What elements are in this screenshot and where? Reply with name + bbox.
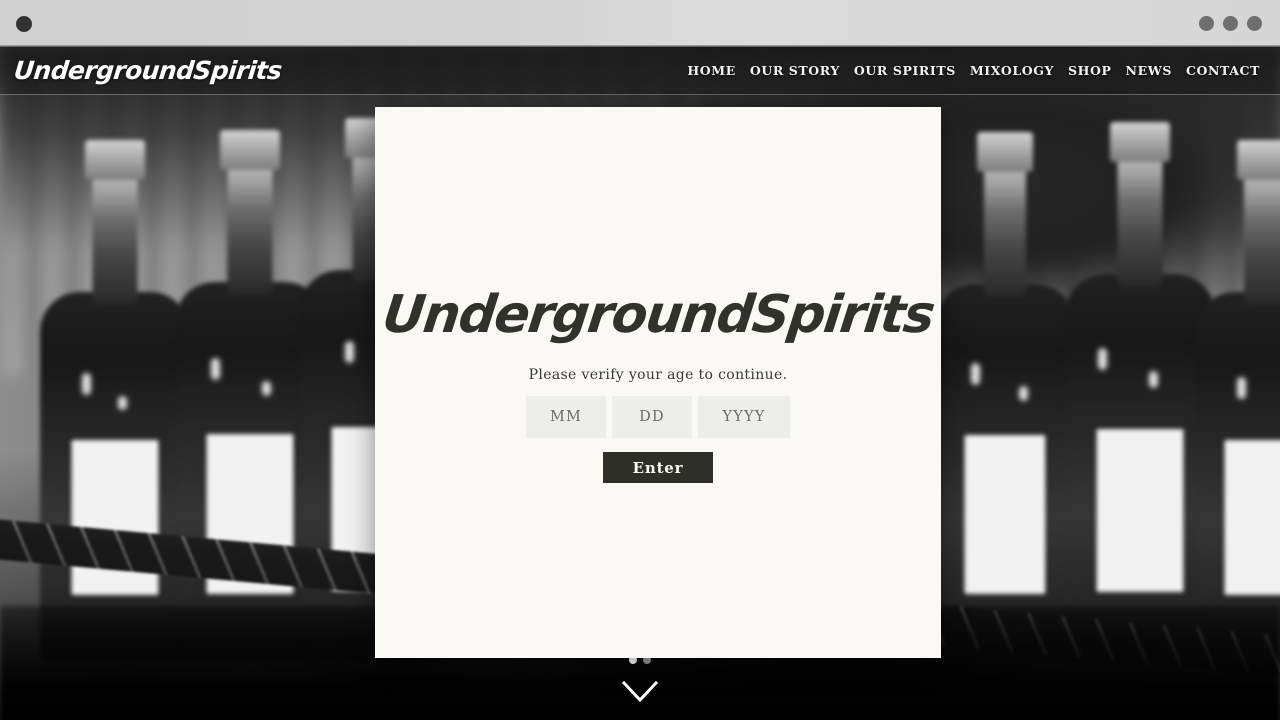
scroll-down-button[interactable]: [0, 680, 1280, 704]
bottle-label: [1096, 429, 1184, 593]
browser-menu-dot[interactable]: [16, 16, 32, 32]
age-gate-prompt: Please verify your age to continue.: [528, 367, 788, 383]
window-close-dot[interactable]: [1247, 16, 1262, 31]
day-input[interactable]: [612, 396, 692, 438]
main-nav: HOME OUR STORY OUR SPIRITS MIXOLOGY SHOP…: [687, 63, 1266, 78]
age-gate-modal: UndergroundSpirits Please verify your ag…: [375, 107, 941, 658]
enter-button[interactable]: Enter: [603, 452, 713, 483]
site-header: UndergroundSpirits HOME OUR STORY OUR SP…: [0, 46, 1280, 95]
nav-item-mixology[interactable]: MIXOLOGY: [970, 63, 1054, 78]
nav-item-news[interactable]: NEWS: [1126, 63, 1172, 78]
date-of-birth-fields: [526, 396, 790, 438]
nav-item-our-story[interactable]: OUR STORY: [750, 63, 840, 78]
chevron-down-icon: [621, 680, 659, 703]
window-minimize-dot[interactable]: [1199, 16, 1214, 31]
bottle-label: [1224, 440, 1280, 596]
page-viewport: UndergroundSpirits HOME OUR STORY OUR SP…: [0, 46, 1280, 720]
nav-item-our-spirits[interactable]: OUR SPIRITS: [854, 63, 956, 78]
site-logo[interactable]: UndergroundSpirits: [12, 56, 283, 85]
age-gate-logo: UndergroundSpirits: [379, 285, 937, 345]
bottle-label: [964, 435, 1046, 594]
window-maximize-dot[interactable]: [1223, 16, 1238, 31]
nav-item-shop[interactable]: SHOP: [1068, 63, 1112, 78]
browser-chrome-bar: [0, 0, 1280, 46]
month-input[interactable]: [526, 396, 606, 438]
nav-item-contact[interactable]: CONTACT: [1186, 63, 1260, 78]
bottle: [1065, 274, 1215, 662]
year-input[interactable]: [698, 396, 790, 438]
nav-item-home[interactable]: HOME: [687, 63, 735, 78]
